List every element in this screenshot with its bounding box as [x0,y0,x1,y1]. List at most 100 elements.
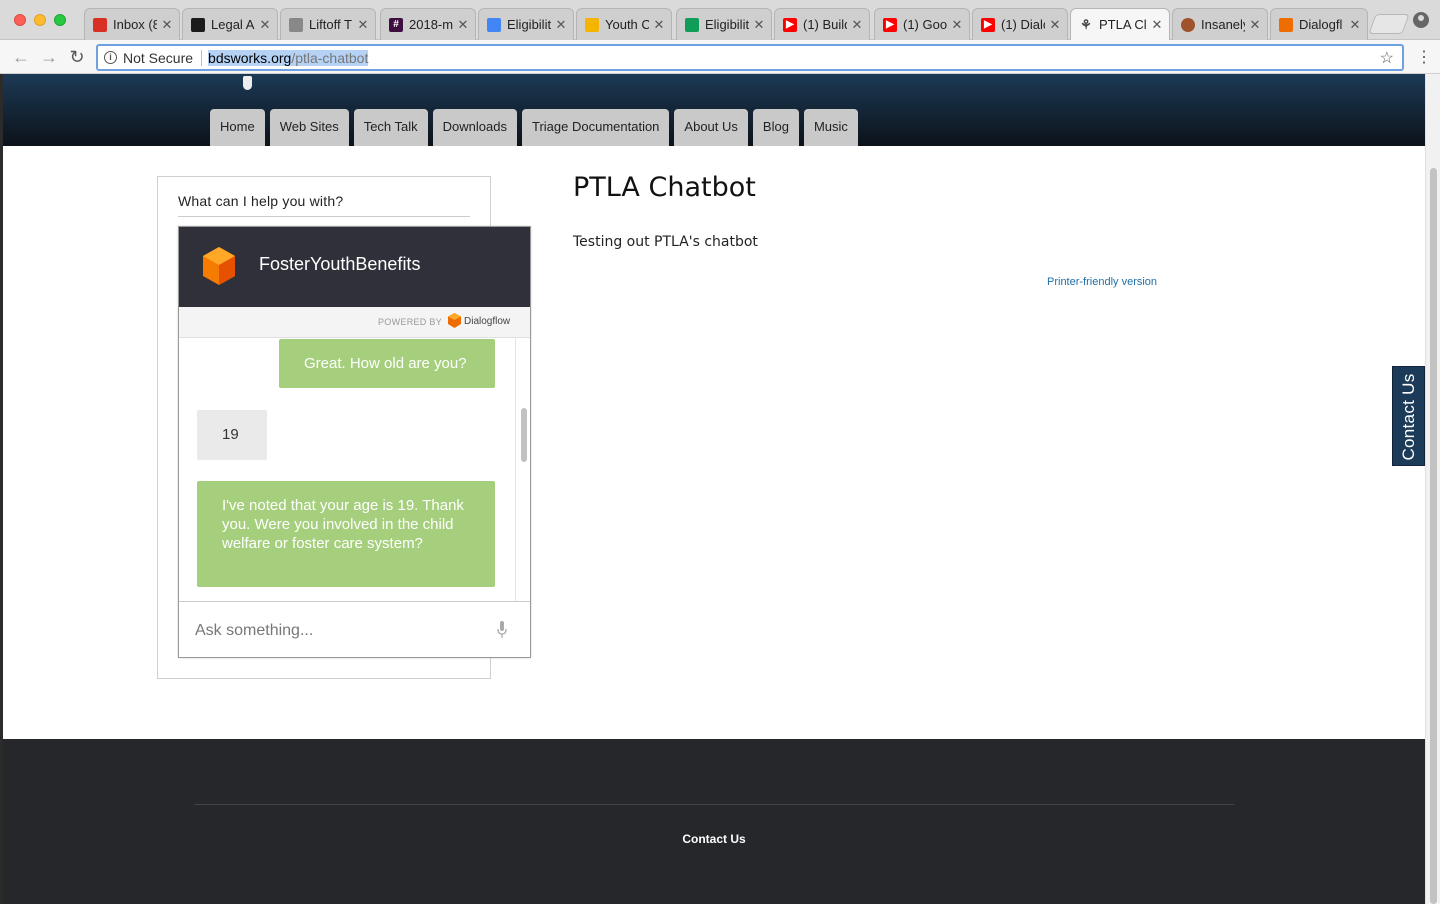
agent-name: FosterYouthBenefits [259,254,421,274]
close-tab-icon[interactable]: ✕ [1049,17,1061,33]
zoom-window-button[interactable] [54,14,66,26]
profile-icon[interactable] [1413,12,1429,28]
tab-title: Dialogfl [1299,17,1343,32]
close-tab-icon[interactable]: ✕ [457,17,469,33]
browser-tab[interactable]: Youth C ✕ [576,8,672,40]
nav-downloads[interactable]: Downloads [432,109,517,146]
page-scrollbar[interactable] [1425,74,1440,904]
message-list: Great. How old are you? 19 I've noted th… [179,338,515,601]
reload-icon[interactable]: ↻ [66,46,88,68]
google-slides-icon [585,17,599,32]
dialogflow-icon [1279,17,1293,32]
tab-title: (1) Dialo [1001,17,1045,32]
url-path: /ptla-chatbot [291,49,369,66]
nav-about-us[interactable]: About Us [674,109,748,146]
browser-tab[interactable]: Dialogfl ✕ [1270,8,1368,40]
footer-contact-link[interactable]: Contact Us [3,832,1425,846]
site-footer: Contact Us [3,739,1425,904]
tab-title: Eligibilit [507,17,551,32]
bookmark-star-icon[interactable]: ☆ [1380,48,1394,68]
close-window-button[interactable] [14,14,26,26]
close-tab-icon[interactable]: ✕ [1249,17,1261,33]
tab-title: Youth C [605,17,649,32]
tab-title: PTLA Cl [1099,17,1147,32]
site-nav: Home Web Sites Tech Talk Downloads Triag… [210,109,863,146]
browser-tab[interactable]: Liftoff T ✕ [280,8,376,40]
google-sheets-icon [685,17,699,32]
page-scrollbar-thumb[interactable] [1430,168,1437,904]
youtube-icon: ▶ [981,17,995,32]
chat-scrollbar[interactable] [515,338,530,601]
browser-tab[interactable]: Insanely ✕ [1172,8,1268,40]
close-tab-icon[interactable]: ✕ [1151,17,1163,33]
url-host: bdsworks.org [208,49,292,66]
mic-icon [289,17,303,32]
tab-title: Liftoff T [309,17,352,32]
browser-tab[interactable]: Inbox (8 ✕ [84,8,180,40]
page-title: PTLA Chatbot [573,172,756,203]
tab-title: Eligibilit [705,17,749,32]
browser-tab[interactable]: ▶ (1) Dialo ✕ [972,8,1068,40]
close-tab-icon[interactable]: ✕ [161,17,173,33]
bot-message: Great. How old are you? [279,339,495,388]
browser-tab[interactable]: Legal Ai ✕ [182,8,278,40]
slack-icon: # [389,17,403,32]
new-tab-button[interactable] [1368,14,1410,34]
bot-message: I've noted that your age is 19. Thank yo… [197,481,495,587]
close-tab-icon[interactable]: ✕ [259,17,271,33]
close-tab-icon[interactable]: ✕ [1349,17,1361,33]
chat-scrollbar-thumb[interactable] [521,408,527,462]
header-logo [243,76,252,90]
minimize-window-button[interactable] [34,14,46,26]
browser-tab[interactable]: #2018-m ✕ [380,8,476,40]
browser-tab[interactable]: ▶ (1) Goog ✕ [874,8,970,40]
nav-blog[interactable]: Blog [752,109,799,146]
nav-home[interactable]: Home [210,109,265,146]
printer-friendly-link[interactable]: Printer-friendly version [1047,276,1157,288]
browser-menu-icon[interactable]: ⋮ [1416,47,1432,67]
tab-title: 2018-m [409,17,453,32]
nav-tech-talk[interactable]: Tech Talk [353,109,428,146]
dialogflow-brand[interactable]: Dialogflow [464,316,510,327]
nav-web-sites[interactable]: Web Sites [269,109,349,146]
contact-us-tab[interactable]: Contact Us [1392,366,1425,466]
chat-widget: FosterYouthBenefits POWERED BY Dialogflo… [178,226,531,658]
close-tab-icon[interactable]: ✕ [357,17,369,33]
browser-tab[interactable]: Eligibilit ✕ [478,8,574,40]
youtube-icon: ▶ [883,17,897,32]
google-docs-icon [487,17,501,32]
close-tab-icon[interactable]: ✕ [753,17,765,33]
tab-title: Inbox (8 [113,17,157,32]
tab-title: Legal Ai [211,17,255,32]
security-label: Not Secure [123,49,194,66]
gmail-icon [93,17,107,32]
close-tab-icon[interactable]: ✕ [555,17,567,33]
microphone-icon[interactable] [497,621,507,639]
info-icon[interactable]: i [104,51,117,64]
close-tab-icon[interactable]: ✕ [951,17,963,33]
nav-triage-documentation[interactable]: Triage Documentation [522,109,670,146]
browser-tab-active[interactable]: ⚘ PTLA Cl ✕ [1070,8,1170,40]
close-tab-icon[interactable]: ✕ [653,17,665,33]
address-bar[interactable]: i Not Secure bdsworks.org/ptla-chatbot ☆ [96,44,1404,71]
nav-music[interactable]: Music [803,109,858,146]
dialogflow-logo-icon[interactable] [448,313,461,328]
trello-icon [191,17,205,32]
page-body-text: Testing out PTLA's chatbot [573,234,758,250]
browser-toolbar: ← → ↻ i Not Secure bdsworks.org/ptla-cha… [0,40,1440,74]
forward-arrow-icon[interactable]: → [38,46,60,68]
browser-tab[interactable]: Eligibilit ✕ [676,8,772,40]
browser-tab[interactable]: ▶ (1) Build ✕ [774,8,870,40]
face-icon [1181,17,1195,32]
agent-avatar-icon [203,247,235,285]
site-header: Home Web Sites Tech Talk Downloads Triag… [3,74,1425,146]
chat-input-row [179,601,530,657]
block-title: What can I help you with? [178,193,470,217]
close-tab-icon[interactable]: ✕ [851,17,863,33]
chat-input[interactable] [195,620,485,642]
powered-by-label: POWERED BY [378,317,443,327]
powered-by-bar: POWERED BY Dialogflow [179,307,530,338]
chat-header: FosterYouthBenefits [179,227,530,307]
back-arrow-icon[interactable]: ← [10,46,32,68]
tree-icon: ⚘ [1080,16,1092,32]
